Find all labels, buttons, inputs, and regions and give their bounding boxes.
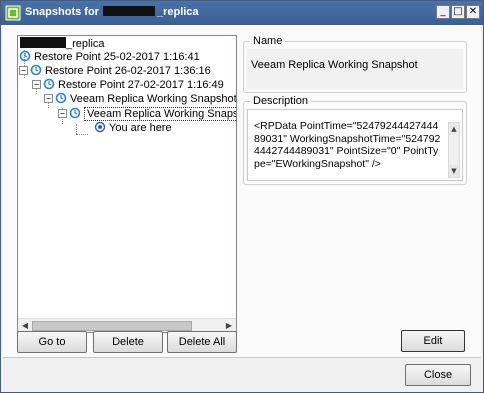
scroll-thumb[interactable]: [32, 321, 192, 331]
collapse-icon[interactable]: −: [58, 109, 67, 118]
tree-item-label: Veeam Replica Working Snapsh: [84, 107, 236, 121]
restore-point-icon: [43, 78, 55, 90]
collapse-icon[interactable]: −: [44, 94, 53, 103]
tree-item-label: Veeam Replica Working Snapshot: [70, 93, 237, 105]
tree-item-you-are-here[interactable]: You are here: [94, 121, 172, 136]
minimize-button[interactable]: _: [436, 5, 450, 19]
dialog-content: _replica Restore Point 25-02-2017 1:16:4…: [3, 25, 481, 358]
name-value: Veeam Replica Working Snapshot: [251, 59, 418, 71]
tree-item-label: Restore Point 25-02-2017 1:16:41: [34, 51, 200, 63]
tree-connector: [76, 124, 77, 134]
tree-connector: [76, 134, 88, 135]
you-are-here-icon: [94, 121, 106, 133]
goto-button[interactable]: Go to: [17, 331, 87, 353]
collapse-icon[interactable]: −: [32, 80, 41, 89]
name-group-label: Name: [253, 35, 283, 47]
snapshot-tree[interactable]: _replica Restore Point 25-02-2017 1:16:4…: [17, 35, 237, 333]
tree-item-restore-point-2[interactable]: − Restore Point 26-02-2017 1:36:16: [19, 64, 211, 79]
tree-item-restore-point-1[interactable]: Restore Point 25-02-2017 1:16:41: [19, 50, 200, 65]
close-button[interactable]: Close: [405, 364, 471, 386]
tree-item-label: You are here: [109, 122, 172, 134]
restore-point-icon: [30, 64, 42, 76]
tree-item-label: Restore Point 27-02-2017 1:16:49: [58, 79, 224, 91]
snapshot-icon: [55, 92, 67, 104]
redacted-vm-name: [20, 37, 66, 48]
scroll-down-icon[interactable]: ▼: [449, 165, 459, 177]
restore-point-icon: [19, 50, 31, 62]
description-value: <RPData PointTime="5247924442744489031" …: [254, 120, 441, 170]
window-title-suffix: _replica: [156, 6, 199, 18]
tree-item-label: Restore Point 26-02-2017 1:36:16: [45, 65, 211, 77]
snapshots-window: Snapshots for _replica _ □ ✕ _replica Res…: [0, 0, 484, 393]
snapshot-icon: [69, 107, 81, 119]
delete-all-button[interactable]: Delete All: [167, 331, 237, 353]
delete-button[interactable]: Delete: [93, 331, 163, 353]
edit-button[interactable]: Edit: [401, 330, 465, 352]
scroll-up-icon[interactable]: ▲: [449, 123, 459, 135]
redacted-vm-name: [102, 6, 155, 16]
description-group-label: Description: [253, 95, 309, 107]
close-window-button[interactable]: ✕: [466, 5, 480, 19]
window-title-prefix: Snapshots for: [25, 6, 99, 18]
collapse-icon[interactable]: −: [19, 66, 28, 75]
window-title: Snapshots for _replica: [25, 6, 199, 18]
vsphere-app-icon: [5, 5, 21, 21]
name-field: Veeam Replica Working Snapshot: [247, 49, 463, 89]
description-textarea[interactable]: <RPData PointTime="5247924442744489031" …: [247, 109, 463, 181]
maximize-button[interactable]: □: [451, 5, 465, 19]
tree-item-working-snapshot[interactable]: − Veeam Replica Working Snapshot: [44, 92, 237, 107]
tree-item-working-snapshot-selected[interactable]: − Veeam Replica Working Snapsh: [58, 107, 236, 122]
tree-item-restore-point-3[interactable]: − Restore Point 27-02-2017 1:16:49: [32, 78, 224, 93]
title-bar[interactable]: Snapshots for _replica _ □ ✕: [1, 1, 483, 25]
tree-root-suffix: _replica: [66, 38, 105, 50]
tree-horizontal-scrollbar[interactable]: ◀ ▶: [18, 318, 236, 332]
description-vertical-scrollbar[interactable]: ▲ ▼: [448, 122, 460, 178]
